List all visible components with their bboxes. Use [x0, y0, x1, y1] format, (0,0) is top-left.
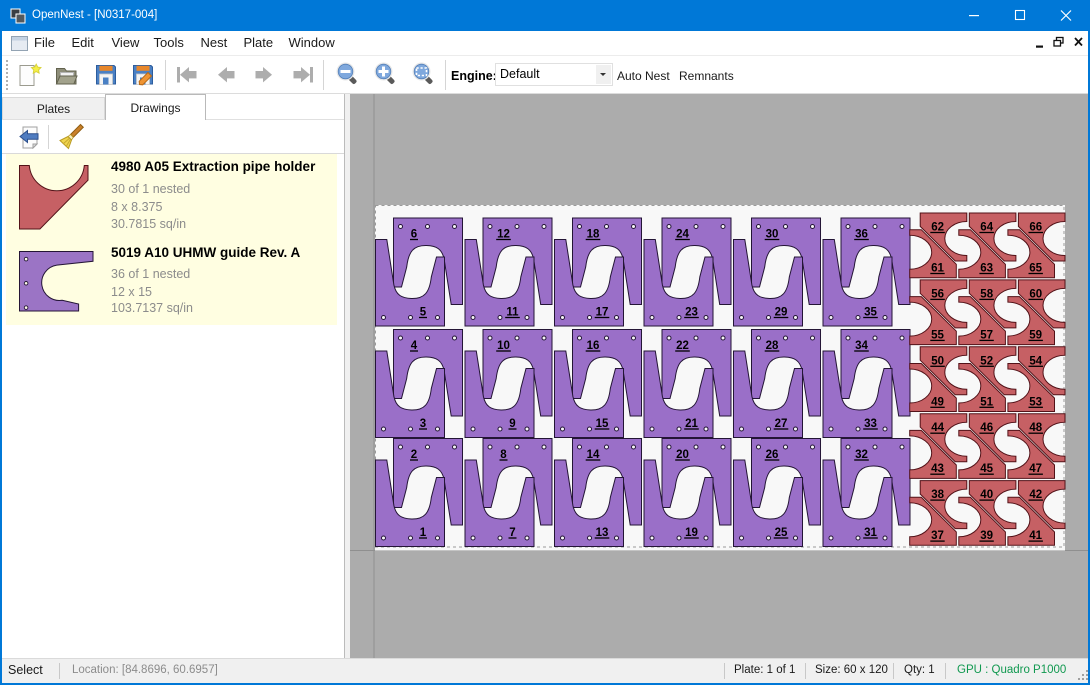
svg-text:61: 61: [931, 263, 944, 275]
svg-text:57: 57: [980, 329, 993, 341]
svg-text:4: 4: [411, 340, 418, 352]
svg-text:31: 31: [864, 527, 877, 539]
svg-text:30: 30: [766, 229, 779, 241]
svg-text:5: 5: [420, 307, 427, 319]
svg-text:64: 64: [980, 222, 993, 234]
svg-text:28: 28: [766, 340, 779, 352]
svg-text:29: 29: [775, 307, 788, 319]
svg-text:60: 60: [1029, 288, 1042, 300]
svg-text:42: 42: [1029, 489, 1042, 501]
svg-text:36: 36: [855, 229, 868, 241]
svg-text:51: 51: [980, 396, 993, 408]
svg-text:14: 14: [587, 449, 600, 461]
svg-text:21: 21: [685, 418, 698, 430]
svg-text:6: 6: [411, 229, 417, 241]
svg-text:11: 11: [506, 307, 519, 319]
svg-text:15: 15: [596, 418, 609, 430]
svg-text:35: 35: [864, 307, 877, 319]
svg-text:53: 53: [1029, 396, 1042, 408]
svg-text:58: 58: [980, 288, 993, 300]
svg-text:9: 9: [509, 418, 515, 430]
svg-text:49: 49: [931, 396, 944, 408]
svg-text:43: 43: [931, 463, 944, 475]
svg-text:48: 48: [1029, 422, 1042, 434]
svg-text:55: 55: [931, 329, 944, 341]
svg-text:54: 54: [1029, 355, 1042, 367]
svg-text:20: 20: [676, 449, 689, 461]
svg-text:45: 45: [980, 463, 993, 475]
svg-text:38: 38: [931, 489, 944, 501]
svg-text:46: 46: [980, 422, 993, 434]
svg-text:13: 13: [596, 527, 609, 539]
svg-text:33: 33: [864, 418, 877, 430]
svg-text:62: 62: [931, 222, 944, 234]
svg-text:50: 50: [931, 355, 944, 367]
svg-text:23: 23: [685, 307, 698, 319]
svg-text:24: 24: [676, 229, 689, 241]
svg-text:47: 47: [1029, 463, 1042, 475]
svg-text:12: 12: [497, 229, 510, 241]
svg-text:25: 25: [775, 527, 788, 539]
svg-text:27: 27: [775, 418, 788, 430]
svg-text:52: 52: [980, 355, 993, 367]
svg-text:65: 65: [1029, 263, 1042, 275]
svg-text:40: 40: [980, 489, 993, 501]
svg-text:10: 10: [497, 340, 510, 352]
svg-text:41: 41: [1029, 530, 1042, 542]
svg-text:3: 3: [420, 418, 426, 430]
svg-text:22: 22: [676, 340, 689, 352]
svg-text:59: 59: [1029, 329, 1042, 341]
svg-text:63: 63: [980, 263, 993, 275]
svg-text:18: 18: [587, 229, 600, 241]
svg-text:66: 66: [1029, 222, 1042, 234]
svg-text:39: 39: [980, 530, 993, 542]
svg-text:37: 37: [931, 530, 944, 542]
svg-text:56: 56: [931, 288, 944, 300]
svg-text:26: 26: [766, 449, 779, 461]
svg-text:32: 32: [855, 449, 868, 461]
svg-text:34: 34: [855, 340, 868, 352]
svg-text:2: 2: [411, 449, 417, 461]
svg-text:19: 19: [685, 527, 698, 539]
svg-text:16: 16: [587, 340, 600, 352]
svg-text:7: 7: [509, 527, 515, 539]
svg-text:44: 44: [931, 422, 944, 434]
svg-text:17: 17: [596, 307, 609, 319]
svg-text:1: 1: [420, 527, 427, 539]
svg-text:8: 8: [500, 449, 507, 461]
